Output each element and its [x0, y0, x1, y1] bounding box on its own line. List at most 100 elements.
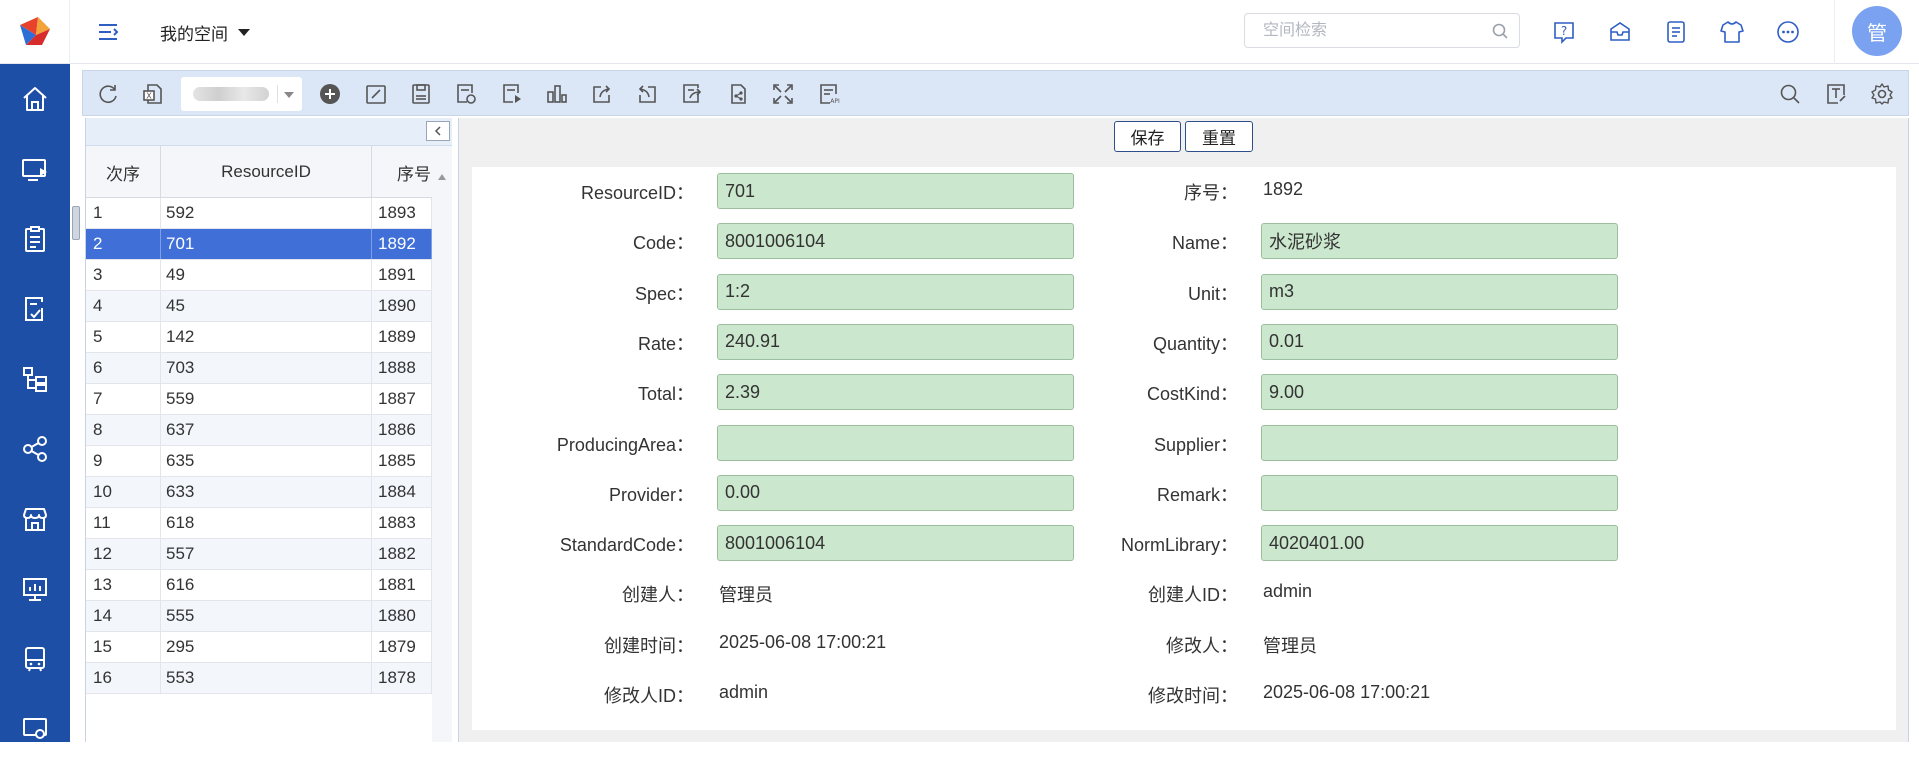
column-header-resourceid[interactable]: ResourceID	[161, 146, 372, 198]
table-row[interactable]: 7 559 1887	[86, 384, 432, 415]
text-format-button[interactable]	[1821, 79, 1851, 109]
user-avatar[interactable]: 管	[1852, 6, 1902, 56]
undo-share-button[interactable]	[632, 79, 662, 109]
table-row[interactable]: 16 553 1878	[86, 663, 432, 694]
header-actions: ?	[1546, 14, 1826, 50]
share-out-button[interactable]	[587, 79, 617, 109]
settings-button[interactable]	[1867, 79, 1897, 109]
nav-item-store[interactable]	[0, 484, 70, 554]
field-label-创建人: 创建人：	[622, 585, 694, 606]
nav-item-share[interactable]	[0, 414, 70, 484]
refresh-button[interactable]	[93, 79, 123, 109]
nav-item-reports[interactable]	[0, 554, 70, 624]
nav-item-media[interactable]	[0, 134, 70, 204]
nav-item-structure[interactable]	[0, 344, 70, 414]
search-icon[interactable]	[1491, 22, 1509, 40]
table-row[interactable]: 13 616 1881	[86, 570, 432, 601]
field-input-name[interactable]	[1261, 223, 1618, 260]
table-row[interactable]: 11 618 1883	[86, 508, 432, 539]
field-input-total[interactable]	[717, 374, 1074, 411]
api-button[interactable]: API	[814, 79, 844, 109]
field-input-unit[interactable]	[1261, 273, 1618, 310]
table-row[interactable]: 6 703 1888	[86, 353, 432, 384]
reset-button[interactable]: 重置	[1185, 121, 1253, 152]
chart-button[interactable]	[542, 79, 572, 109]
caret-down-icon	[238, 28, 250, 36]
field-input-code[interactable]	[717, 223, 1074, 260]
cell-order: 9	[86, 446, 161, 476]
table-row[interactable]: 10 633 1884	[86, 477, 432, 508]
message-button[interactable]	[1602, 14, 1638, 50]
cell-order: 7	[86, 384, 161, 414]
field-input-standardcode[interactable]	[717, 525, 1074, 562]
edit-button[interactable]	[361, 79, 391, 109]
theme-button[interactable]	[1714, 14, 1750, 50]
gear-icon	[1871, 83, 1893, 105]
field-input-rate[interactable]	[717, 323, 1074, 360]
table-row[interactable]: 1 592 1893	[86, 198, 432, 229]
field-input-remark[interactable]	[1261, 474, 1618, 511]
edit-share-button[interactable]	[677, 79, 707, 109]
chart-icon	[547, 85, 567, 103]
export-excel-button[interactable]: X	[138, 79, 168, 109]
table-row[interactable]: 5 142 1889	[86, 322, 432, 353]
space-search-input[interactable]	[1245, 14, 1475, 47]
run-doc-button[interactable]	[497, 79, 527, 109]
cell-order: 16	[86, 663, 161, 693]
nav-item-home[interactable]	[0, 64, 70, 134]
field-input-spec[interactable]	[717, 273, 1074, 310]
toolbar-search-button[interactable]	[1775, 79, 1805, 109]
field-input-quantity[interactable]	[1261, 323, 1618, 360]
publish-button[interactable]	[723, 79, 753, 109]
settings-doc-button[interactable]	[451, 79, 481, 109]
space-selector[interactable]: 我的空间	[160, 18, 250, 46]
space-search[interactable]	[1244, 13, 1520, 48]
menu-toggle-button[interactable]	[90, 16, 126, 48]
table-row[interactable]: 4 45 1890	[86, 291, 432, 322]
nav-item-screens[interactable]	[0, 694, 70, 764]
field-label-修改人: 修改人：	[1166, 635, 1238, 656]
table-row[interactable]: 9 635 1885	[86, 446, 432, 477]
svg-text:X: X	[146, 92, 152, 101]
header-divider	[1834, 0, 1835, 64]
column-header-order[interactable]: 次序	[86, 146, 161, 198]
table-row[interactable]: 2 701 1892	[86, 229, 432, 260]
table-row[interactable]: 12 557 1882	[86, 539, 432, 570]
field-label-unit: Unit：	[1187, 283, 1238, 304]
notes-button[interactable]	[1658, 14, 1694, 50]
cell-resourceid: 616	[161, 570, 372, 600]
fullscreen-button[interactable]	[768, 79, 798, 109]
field-input-resourceid[interactable]	[717, 173, 1074, 209]
cell-order: 14	[86, 601, 161, 631]
column-header-serial[interactable]: 序号	[372, 146, 432, 198]
table-row[interactable]: 3 49 1891	[86, 260, 432, 291]
notes-icon	[1667, 21, 1685, 43]
help-button[interactable]: ?	[1546, 14, 1582, 50]
nav-item-forms[interactable]	[0, 274, 70, 344]
more-button[interactable]	[1770, 14, 1806, 50]
save-toolbar-button[interactable]	[406, 79, 436, 109]
field-input-supplier[interactable]	[1261, 424, 1618, 461]
field-label-rate: Rate：	[637, 333, 694, 354]
table-scrollbar[interactable]	[432, 146, 452, 742]
cell-resourceid: 555	[161, 601, 372, 631]
cell-serial: 1893	[372, 198, 432, 228]
nav-item-devices[interactable]	[0, 624, 70, 694]
field-label-修改时间: 修改时间：	[1148, 686, 1238, 706]
cell-serial: 1881	[372, 570, 432, 600]
field-input-costkind[interactable]	[1261, 374, 1618, 411]
table-row[interactable]: 14 555 1880	[86, 601, 432, 632]
field-input-producingarea[interactable]	[717, 424, 1074, 461]
save-button[interactable]: 保存	[1114, 121, 1181, 152]
app-logo[interactable]	[0, 0, 70, 64]
view-selector[interactable]	[181, 77, 302, 111]
scroll-up-arrow-icon[interactable]	[438, 174, 446, 180]
table-row[interactable]: 8 637 1886	[86, 415, 432, 446]
nav-item-tasks[interactable]	[0, 204, 70, 274]
table-row[interactable]: 15 295 1879	[86, 632, 432, 663]
add-button[interactable]	[315, 79, 345, 109]
field-input-provider[interactable]	[717, 474, 1074, 511]
field-input-normlibrary[interactable]	[1261, 525, 1618, 562]
panel-resize-handle[interactable]	[72, 206, 80, 240]
collapse-panel-button[interactable]	[426, 121, 450, 141]
